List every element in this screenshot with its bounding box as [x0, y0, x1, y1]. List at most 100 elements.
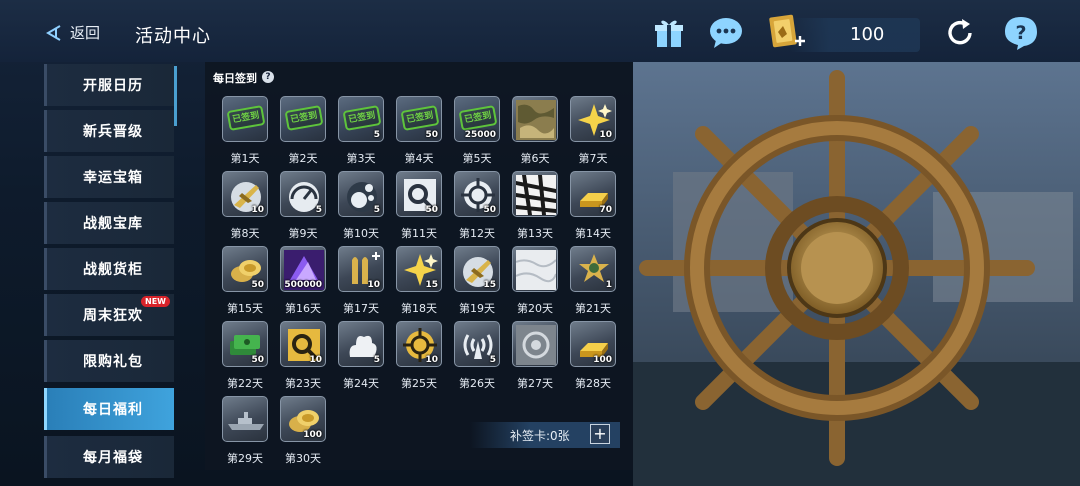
day-label: 第18天 — [401, 302, 437, 315]
reward-tile: 5 — [280, 171, 326, 217]
reward-quantity: 10 — [251, 205, 264, 215]
sidebar-item-limited-pack[interactable]: 限购礼包 — [44, 340, 174, 382]
sidebar-item-warship-container[interactable]: 战舰货柜 — [44, 248, 174, 290]
reward-tile: 已签到 50 — [396, 96, 442, 142]
day-17-reward[interactable]: 10 第17天 — [338, 246, 388, 316]
help-icon: ? — [1005, 17, 1037, 50]
day-3-reward[interactable]: 已签到 5 第3天 — [338, 96, 388, 166]
day-12-reward[interactable]: 50 第12天 — [454, 171, 504, 241]
day-1-reward[interactable]: 已签到第1天 — [222, 96, 272, 166]
reward-tile: 100 — [280, 396, 326, 442]
reward-quantity: 10 — [425, 355, 438, 365]
day-22-reward[interactable]: 50 第22天 — [222, 321, 272, 391]
day-29-reward[interactable]: 第29天 — [222, 396, 272, 466]
reward-tile: 50 — [222, 321, 268, 367]
reward-tile: 5 — [338, 321, 384, 367]
reward-tile: 10 — [222, 171, 268, 217]
day-10-reward[interactable]: 5 第10天 — [338, 171, 388, 241]
day-label: 第14天 — [575, 227, 611, 240]
refresh-button[interactable] — [942, 14, 980, 52]
day-8-reward[interactable]: 10 第8天 — [222, 171, 272, 241]
day-label: 第21天 — [575, 302, 611, 315]
help-button[interactable]: ? — [1002, 14, 1040, 52]
reward-quantity: 100 — [593, 355, 612, 365]
sidebar-item-label: 新兵晋级 — [83, 124, 143, 140]
day-14-reward[interactable]: 70 第14天 — [570, 171, 620, 241]
reward-quantity: 10 — [599, 130, 612, 140]
reward-tile: 已签到 — [222, 96, 268, 142]
day-25-reward[interactable]: 10 第25天 — [396, 321, 446, 391]
day-4-reward[interactable]: 已签到 50 第4天 — [396, 96, 446, 166]
sidebar-item-monthly-bag[interactable]: 每月福袋 — [44, 436, 174, 478]
marble-skin-icon — [513, 247, 557, 291]
sidebar-item-warship-vault[interactable]: 战舰宝库 — [44, 202, 174, 244]
day-label: 第1天 — [230, 152, 260, 165]
back-button[interactable]: 返回 — [44, 22, 100, 43]
chat-icon — [710, 18, 742, 48]
reward-tile: 已签到 25000 — [454, 96, 500, 142]
sidebar-item-server-calendar[interactable]: 开服日历 — [44, 64, 174, 106]
day-30-reward[interactable]: 100 第30天 — [280, 396, 330, 466]
reward-quantity: 5 — [315, 205, 322, 215]
day-23-reward[interactable]: 10 第23天 — [280, 321, 330, 391]
day-label: 第26天 — [459, 377, 495, 390]
day-label: 第10天 — [343, 227, 379, 240]
sidebar-item-daily-welfare[interactable]: 每日福利 — [44, 388, 174, 430]
day-label: 第12天 — [459, 227, 495, 240]
day-label: 第8天 — [230, 227, 260, 240]
reward-quantity: 50 — [251, 355, 264, 365]
panel-title: 每日签到 — [213, 72, 257, 85]
reward-tile — [512, 171, 558, 217]
day-16-reward[interactable]: 500000 第16天 — [280, 246, 330, 316]
add-makeup-card-button[interactable]: + — [590, 424, 610, 444]
sidebar-item-label: 限购礼包 — [83, 354, 143, 370]
day-2-reward[interactable]: 已签到 第2天 — [280, 96, 330, 166]
reward-tile — [222, 396, 268, 442]
sidebar-item-lucky-chest[interactable]: 幸运宝箱 — [44, 156, 174, 198]
claimed-stamp: 已签到 — [458, 105, 498, 131]
day-20-reward[interactable]: 第20天 — [512, 246, 562, 316]
day-6-reward[interactable]: 第6天 — [512, 96, 562, 166]
gift-icon — [655, 20, 683, 47]
day-24-reward[interactable]: 5 第24天 — [338, 321, 388, 391]
day-27-reward[interactable]: 第27天 — [512, 321, 562, 391]
reward-tile: 100 — [570, 321, 616, 367]
day-15-reward[interactable]: 50 第15天 — [222, 246, 272, 316]
camo-skin-icon — [513, 97, 557, 141]
gift-button[interactable] — [650, 14, 688, 52]
panel-help-icon[interactable]: ? — [262, 71, 274, 83]
claimed-stamp: 已签到 — [226, 105, 266, 131]
day-26-reward[interactable]: 5 第26天 — [454, 321, 504, 391]
warship-icon — [223, 397, 267, 441]
reward-quantity: 50 — [425, 205, 438, 215]
day-19-reward[interactable]: 15 第19天 — [454, 246, 504, 316]
day-label: 第5天 — [462, 152, 492, 165]
reward-tile: 70 — [570, 171, 616, 217]
day-label: 第24天 — [343, 377, 379, 390]
day-5-reward[interactable]: 已签到 25000 第5天 — [454, 96, 504, 166]
reward-tile — [512, 321, 558, 367]
reward-quantity: 50 — [483, 205, 496, 215]
reward-quantity: 50 — [251, 280, 264, 290]
day-11-reward[interactable]: 50 第11天 — [396, 171, 446, 241]
reward-tile: 5 — [454, 321, 500, 367]
chat-button[interactable] — [707, 14, 745, 52]
reward-quantity: 100 — [303, 430, 322, 440]
day-18-reward[interactable]: 15 第18天 — [396, 246, 446, 316]
day-21-reward[interactable]: 1 第21天 — [570, 246, 620, 316]
day-13-reward[interactable]: 第13天 — [512, 171, 562, 241]
refresh-icon — [948, 19, 972, 45]
sidebar-scrollbar[interactable] — [174, 66, 177, 126]
sidebar: 开服日历 新兵晋级 幸运宝箱 战舰宝库 战舰货柜 周末狂欢 NEW 限购礼包 每… — [44, 64, 176, 486]
sidebar-item-label: 战舰货柜 — [83, 262, 143, 278]
day-label: 第13天 — [517, 227, 553, 240]
reward-quantity: 5 — [373, 355, 380, 365]
back-arrow-icon — [46, 24, 61, 41]
sidebar-item-weekend-carnival[interactable]: 周末狂欢 NEW — [44, 294, 174, 336]
sidebar-item-recruit-promotion[interactable]: 新兵晋级 — [44, 110, 174, 152]
claimed-stamp: 已签到 — [400, 105, 440, 131]
day-7-reward[interactable]: 10 第7天 — [570, 96, 620, 166]
day-28-reward[interactable]: 100 第28天 — [570, 321, 620, 391]
signin-card-add-button[interactable] — [764, 12, 808, 54]
day-9-reward[interactable]: 5 第9天 — [280, 171, 330, 241]
